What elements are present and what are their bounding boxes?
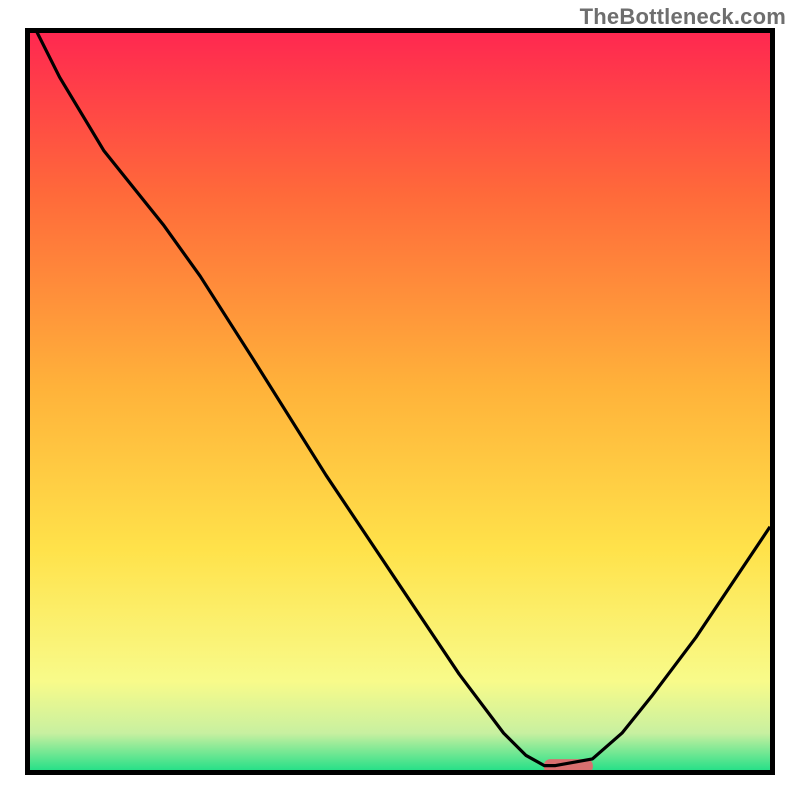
- plot-svg: [30, 33, 770, 770]
- attribution-text: TheBottleneck.com: [580, 4, 786, 30]
- gradient-background: [30, 33, 770, 770]
- plot-frame: [25, 28, 775, 775]
- chart-stage: TheBottleneck.com: [0, 0, 800, 800]
